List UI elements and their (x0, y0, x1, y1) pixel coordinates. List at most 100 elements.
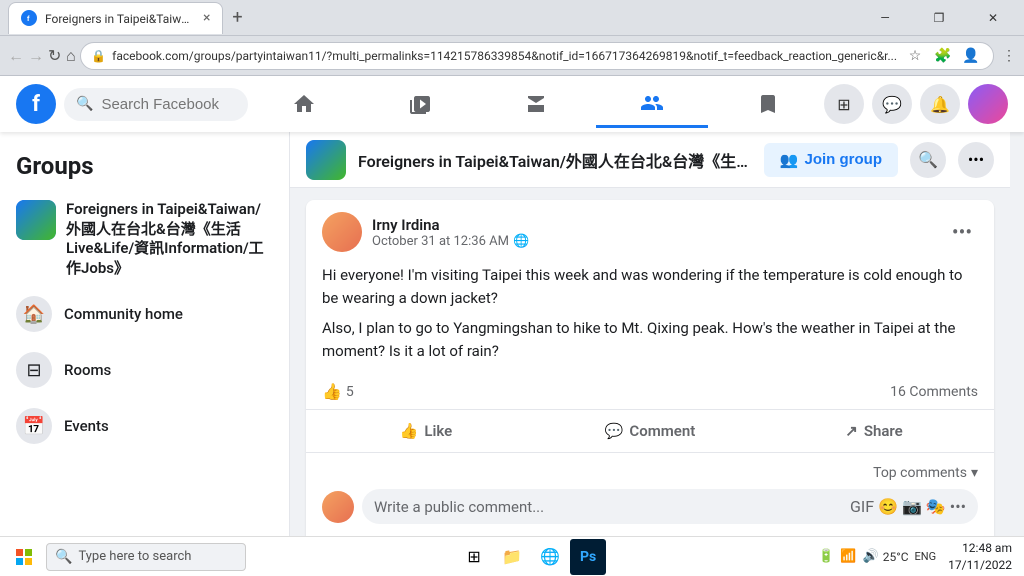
group-search-btn[interactable]: 🔍 (910, 142, 946, 178)
join-group-btn[interactable]: 👥 Join group (764, 143, 898, 177)
globe-icon: 🌐 (513, 234, 529, 249)
taskbar-chrome[interactable]: 🌐 (532, 539, 568, 575)
post-author-avatar (322, 212, 362, 252)
share-label: Share (864, 422, 903, 440)
post-text-1: Hi everyone! I'm visiting Taipei this we… (322, 264, 978, 309)
url-text: facebook.com/groups/partyintaiwan11/?mul… (112, 49, 897, 63)
lock-icon: 🔒 (91, 49, 106, 63)
taskbar-file-explorer[interactable]: 📁 (494, 539, 530, 575)
tab-close-btn[interactable]: × (203, 10, 210, 26)
photo-icon[interactable]: 📷 (902, 497, 922, 516)
taskbar-right: 🔋 📶 🔊 25°C ENG 12:48 am 17/11/2022 (816, 540, 1020, 574)
notifications-btn[interactable]: 🔔 (920, 84, 960, 124)
taskbar-cortana[interactable]: ⊞ (456, 539, 492, 575)
tab-title: Foreigners in Taipei&Taiwan/外國... (45, 10, 195, 27)
like-label: Like (424, 422, 452, 440)
comment-icons: GIF 😊 📷 🎭 ••• (850, 497, 966, 516)
extension-icon[interactable]: 🧩 (931, 44, 955, 68)
sidebar-item-rooms[interactable]: ⊟ Rooms (8, 342, 281, 398)
browser-tab-bar: f Foreigners in Taipei&Taiwan/外國... × + … (0, 0, 1024, 36)
taskbar-clock[interactable]: 12:48 am 17/11/2022 (940, 540, 1020, 574)
post-reactions-bar: 👍 5 16 Comments (306, 374, 994, 410)
profile-icon[interactable]: 👤 (959, 44, 983, 68)
post-meta: October 31 at 12:36 AM 🌐 (372, 234, 936, 249)
taskbar-search[interactable]: 🔍 Type here to search (46, 543, 246, 571)
bookmark-icon[interactable]: ☆ (903, 44, 927, 68)
address-bar[interactable]: 🔒 facebook.com/groups/partyintaiwan11/?m… (80, 42, 994, 70)
search-bar[interactable]: 🔍 (64, 88, 248, 121)
group-avatar-small (16, 200, 56, 240)
start-btn[interactable] (4, 537, 44, 576)
systray: 🔋 📶 🔊 25°C ENG (816, 549, 936, 564)
active-browser-tab[interactable]: f Foreigners in Taipei&Taiwan/外國... × (8, 2, 223, 34)
battery-icon: 🔋 (816, 549, 836, 564)
reaction-summary[interactable]: 👍 5 (322, 382, 354, 401)
temperature: 25°C (883, 550, 909, 564)
group-header: Foreigners in Taipei&Taiwan/外國人在台北&台灣《生活… (290, 132, 1010, 188)
like-btn[interactable]: 👍 Like (314, 414, 538, 448)
more-icon[interactable]: ••• (950, 497, 966, 516)
top-comments-selector[interactable]: Top comments ▾ (322, 461, 978, 489)
gif-icon[interactable]: GIF (850, 497, 874, 516)
search-icon: 🔍 (76, 96, 93, 112)
home-btn[interactable]: ⌂ (65, 42, 76, 70)
comment-input-box[interactable]: Write a public comment... GIF 😊 📷 🎭 ••• (362, 489, 978, 524)
nav-home-btn[interactable] (248, 80, 360, 128)
taskbar-photoshop[interactable]: Ps (570, 539, 606, 575)
sidebar-item-community-home[interactable]: 🏠 Community home (8, 286, 281, 342)
feed-content: Irny Irdina October 31 at 12:36 AM 🌐 •••… (290, 188, 1010, 576)
group-more-btn[interactable]: ••• (958, 142, 994, 178)
sidebar-group-info[interactable]: Foreigners in Taipei&Taiwan/外國人在台北&台灣《生活… (8, 192, 281, 286)
forward-btn[interactable]: → (28, 42, 44, 70)
address-bar-row: ← → ↻ ⌂ 🔒 facebook.com/groups/partyintai… (0, 36, 1024, 76)
maximize-btn[interactable]: ❐ (916, 0, 962, 36)
windows-taskbar: 🔍 Type here to search ⊞ 📁 🌐 Ps 🔋 📶 🔊 25°… (0, 536, 1024, 576)
left-sidebar: Groups Foreigners in Taipei&Taiwan/外國人在台… (0, 132, 290, 576)
back-btn[interactable]: ← (8, 42, 24, 70)
post-card: Irny Irdina October 31 at 12:36 AM 🌐 •••… (306, 200, 994, 576)
user-avatar[interactable] (968, 84, 1008, 124)
post-date: October 31 at 12:36 AM (372, 234, 509, 249)
comments-count[interactable]: 16 Comments (890, 384, 978, 400)
sidebar-item-rooms-label: Rooms (64, 361, 111, 379)
refresh-btn[interactable]: ↻ (48, 42, 61, 70)
group-header-name: Foreigners in Taipei&Taiwan/外國人在台北&台灣《生活… (358, 148, 752, 172)
sticker-icon[interactable]: 🎭 (926, 497, 946, 516)
new-tab-btn[interactable]: + (223, 4, 251, 32)
close-btn[interactable]: ✕ (970, 0, 1016, 36)
commenter-avatar (322, 491, 354, 523)
join-icon: 👥 (780, 151, 799, 169)
sidebar-item-label: Community home (64, 305, 183, 323)
emoji-icon[interactable]: 😊 (878, 497, 898, 516)
messenger-btn[interactable]: 💬 (872, 84, 912, 124)
facebook-logo[interactable]: f (16, 84, 56, 124)
like-emoji: 👍 (322, 382, 342, 401)
post-body: Hi everyone! I'm visiting Taipei this we… (306, 252, 994, 374)
nav-right: ⊞ 💬 🔔 (824, 84, 1008, 124)
nav-watch-btn[interactable] (364, 80, 476, 128)
fb-logo-text: f (32, 92, 40, 117)
comment-icon: 💬 (605, 422, 624, 440)
sidebar-item-events[interactable]: 📅 Events (8, 398, 281, 454)
share-btn[interactable]: ↗ Share (762, 414, 986, 448)
settings-icon[interactable]: ⋮ (1002, 44, 1016, 68)
reaction-count: 5 (346, 384, 354, 400)
rooms-icon: ⊟ (16, 352, 52, 388)
taskbar-search-icon: 🔍 (55, 549, 72, 565)
chevron-down-icon: ▾ (971, 465, 978, 481)
lang-indicator: ENG (915, 550, 937, 563)
nav-bookmark-btn[interactable] (712, 80, 824, 128)
events-icon: 📅 (16, 408, 52, 444)
taskbar-quicklaunch: ⊞ 📁 🌐 Ps (456, 539, 606, 575)
comment-btn[interactable]: 💬 Comment (538, 414, 762, 448)
volume-icon: 🔊 (861, 549, 881, 564)
minimize-btn[interactable]: — (862, 0, 908, 36)
grid-menu-btn[interactable]: ⊞ (824, 84, 864, 124)
join-label: Join group (805, 151, 883, 168)
comment-input-row: Write a public comment... GIF 😊 📷 🎭 ••• (322, 489, 978, 524)
nav-groups-btn[interactable] (596, 80, 708, 128)
wifi-icon: 📶 (838, 549, 858, 564)
nav-marketplace-btn[interactable] (480, 80, 592, 128)
search-input[interactable] (101, 96, 236, 113)
post-more-btn[interactable]: ••• (946, 216, 978, 248)
